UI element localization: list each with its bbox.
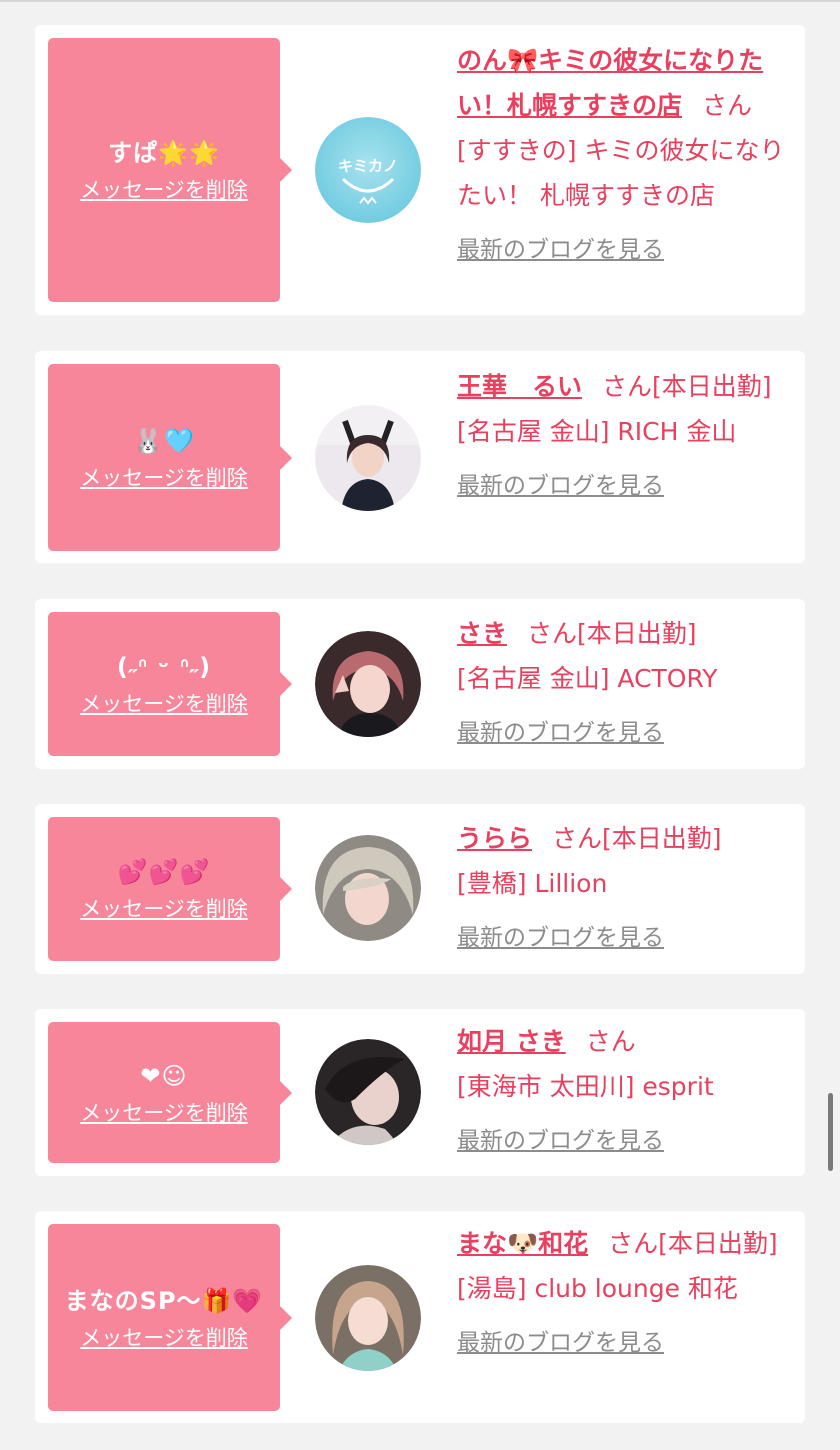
list-item: 💕💕💕 メッセージを削除 うらら さん[本日出勤] [豊橋] Lillion 最新…	[35, 804, 805, 974]
shop-text: [豊橋] Lillion	[457, 869, 608, 898]
delete-message-link[interactable]: メッセージを削除	[80, 893, 248, 923]
latest-blog-link[interactable]: 最新のブログを見る	[457, 464, 797, 509]
item-info: さき さん[本日出勤] [名古屋 金山] ACTORY 最新のブログを見る	[457, 611, 797, 756]
delete-message-link[interactable]: メッセージを削除	[80, 688, 248, 718]
name-suffix: さん	[585, 1027, 636, 1056]
logo-text: キミカノ	[337, 157, 398, 175]
item-info: うらら さん[本日出勤] [豊橋] Lillion 最新のブログを見る	[457, 816, 797, 961]
cast-name-link[interactable]: うらら	[457, 824, 532, 853]
avatar[interactable]	[315, 631, 421, 737]
shop-text: [名古屋 金山] ACTORY	[457, 664, 718, 693]
latest-blog-link[interactable]: 最新のブログを見る	[457, 228, 797, 273]
delete-message-link[interactable]: メッセージを削除	[80, 462, 248, 492]
top-divider	[0, 0, 840, 2]
delete-message-link[interactable]: メッセージを削除	[80, 174, 248, 204]
delete-message-link[interactable]: メッセージを削除	[80, 1097, 248, 1127]
name-suffix: さん	[702, 91, 753, 120]
avatar[interactable]	[315, 1039, 421, 1145]
item-info: まな🐶和花 さん[本日出勤] [湯島] club lounge 和花 最新のブログ…	[457, 1221, 797, 1366]
shop-text: [湯島] club lounge 和花	[457, 1274, 738, 1303]
message-text: すぱ🌟🌟	[108, 139, 220, 167]
latest-blog-link[interactable]: 最新のブログを見る	[457, 916, 797, 961]
avatar[interactable]	[315, 1265, 421, 1371]
name-suffix: さん[本日出勤]	[602, 372, 772, 401]
latest-blog-link[interactable]: 最新のブログを見る	[457, 1119, 797, 1164]
message-text: まなのSP〜🎁💗	[64, 1286, 264, 1315]
avatar[interactable]	[315, 405, 421, 511]
name-suffix: さん[本日出勤]	[527, 619, 697, 648]
latest-blog-link[interactable]: 最新のブログを見る	[457, 1321, 797, 1366]
avatar[interactable]: キミカノ	[315, 117, 421, 223]
message-bubble: 🐰🩵 メッセージを削除	[48, 364, 292, 551]
shop-text: [名古屋 金山] RICH 金山	[457, 417, 737, 446]
cast-name-link[interactable]: さき	[457, 619, 507, 648]
message-text: ❤☺	[140, 1061, 188, 1090]
message-text: (˶ᐢ ᵕ ᐢ˶)	[116, 653, 212, 681]
item-info: 王華 るい さん[本日出勤] [名古屋 金山] RICH 金山 最新のブログを見る	[457, 364, 797, 509]
message-bubble: 💕💕💕 メッセージを削除	[48, 817, 292, 961]
shop-text: [東海市 太田川] esprit	[457, 1072, 714, 1101]
profile-photo-icon	[315, 1265, 421, 1371]
name-suffix: さん[本日出勤]	[608, 1229, 778, 1258]
delete-message-link[interactable]: メッセージを削除	[80, 1322, 248, 1352]
list-item: すぱ🌟🌟 メッセージを削除 キミカノ のん🎀キミの彼女になりたい！札幌すすきの店…	[35, 25, 805, 315]
list-item: まなのSP〜🎁💗 メッセージを削除 まな🐶和花 さん[本日出勤] [湯島] clu…	[35, 1211, 805, 1423]
message-text: 💕💕💕	[117, 858, 211, 886]
item-info: 如月 さき さん [東海市 太田川] esprit 最新のブログを見る	[457, 1019, 797, 1164]
shop-text: [すすきの] キミの彼女になりたい！ 札幌すすきの店	[457, 136, 785, 210]
list-item: ❤☺ メッセージを削除 如月 さき さん [東海市 太田川] esprit 最新の…	[35, 1009, 805, 1176]
cast-name-link[interactable]: 王華 るい	[457, 372, 582, 401]
profile-photo-icon	[315, 835, 421, 941]
latest-blog-link[interactable]: 最新のブログを見る	[457, 711, 797, 756]
message-bubble: すぱ🌟🌟 メッセージを削除	[48, 38, 292, 302]
list-item: 🐰🩵 メッセージを削除 王華 るい さん[本日出勤] [名古屋 金山] RICH …	[35, 351, 805, 563]
profile-photo-icon	[315, 405, 421, 511]
message-text: 🐰🩵	[133, 426, 195, 455]
message-bubble: まなのSP〜🎁💗 メッセージを削除	[48, 1224, 292, 1411]
message-bubble: (˶ᐢ ᵕ ᐢ˶) メッセージを削除	[48, 612, 292, 756]
scrollbar[interactable]	[828, 1093, 833, 1171]
item-info: のん🎀キミの彼女になりたい！札幌すすきの店 さん [すすきの] キミの彼女になりた…	[457, 38, 797, 273]
profile-photo-icon	[315, 1039, 421, 1145]
message-bubble: ❤☺ メッセージを削除	[48, 1022, 292, 1163]
list-item: (˶ᐢ ᵕ ᐢ˶) メッセージを削除 さき さん[本日出勤] [名古屋 金山] A…	[35, 599, 805, 769]
profile-photo-icon	[315, 631, 421, 737]
name-suffix: さん[本日出勤]	[552, 824, 722, 853]
cast-name-link[interactable]: まな🐶和花	[457, 1229, 588, 1258]
cast-name-link[interactable]: 如月 さき	[457, 1027, 566, 1056]
avatar[interactable]	[315, 835, 421, 941]
